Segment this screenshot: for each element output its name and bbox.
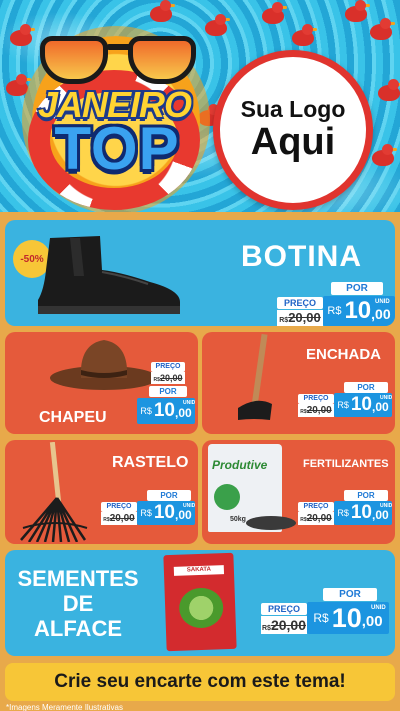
rake-image (20, 442, 88, 542)
old-price: R$20,00 (298, 512, 334, 525)
por-label: POR (344, 490, 388, 501)
new-price-currency: R$ (337, 508, 349, 518)
new-price-currency: R$ (140, 508, 152, 518)
por-label: POR (331, 282, 383, 295)
new-price-currency: R$ (140, 406, 152, 416)
product-name: FERTILIZANTES (303, 458, 389, 470)
preco-label: PREÇO (101, 502, 137, 512)
bag-weight: 50kg (230, 516, 246, 523)
product-card-botina[interactable]: -50% BOTINA POR PREÇO R$20,00 R$ 10,00 UN… (5, 220, 395, 326)
rubber-duck-icon (10, 24, 35, 46)
unit-label: UNID (371, 605, 386, 611)
new-price-cents: ,00 (174, 508, 192, 522)
new-price-integer: 10 (331, 602, 362, 633)
old-price: R$20,00 (298, 404, 334, 417)
preco-label: PREÇO (261, 603, 307, 615)
new-price-integer: 10 (344, 297, 372, 324)
product-card-sementes-alface[interactable]: SEMENTES DE ALFACE SAKATA POR PREÇO R$20… (5, 550, 395, 656)
new-price-currency: R$ (327, 305, 342, 317)
new-price-integer: 10 (350, 394, 372, 415)
old-price-value: 20,00 (109, 513, 135, 524)
product-name-line3: ALFACE (34, 616, 122, 641)
preco-label: PREÇO (277, 297, 323, 309)
rubber-duck-icon (150, 0, 175, 22)
new-price-integer: 10 (350, 502, 372, 523)
old-price: R$20,00 (261, 616, 307, 634)
logo-text-line1: Sua Logo (240, 96, 346, 122)
leaf-icon (214, 484, 240, 510)
new-price-cents: ,00 (361, 612, 383, 630)
new-price-integer: 10 (153, 400, 175, 421)
product-card-rastelo[interactable]: RASTELO POR PREÇO R$20,00 R$ 10,00 UNID (5, 440, 198, 544)
title-top: TOP (54, 115, 180, 182)
unit-label: UNID (183, 400, 196, 406)
bag-brand: Produtive (212, 458, 268, 472)
old-price-value: 20,00 (159, 373, 183, 383)
rubber-duck-icon (378, 79, 400, 101)
preco-label: PREÇO (151, 362, 185, 372)
boot-image (38, 236, 180, 314)
disclaimer-text: *Imagens Meramente Ilustrativas (6, 703, 123, 711)
old-price-value: 20,00 (288, 310, 321, 325)
unit-label: UNID (375, 299, 390, 305)
seed-packet-image: SAKATA (163, 552, 237, 652)
old-price-currency: R$ (279, 317, 289, 324)
fertilizer-pile (246, 516, 296, 530)
rubber-duck-icon (292, 24, 317, 46)
product-name: SEMENTES DE ALFACE (11, 566, 145, 641)
por-label: POR (323, 588, 377, 601)
unit-label: UNID (183, 503, 196, 509)
old-price: R$20,00 (277, 310, 323, 326)
old-price-value: 20,00 (270, 617, 306, 633)
old-price-currency: R$ (262, 625, 271, 632)
product-card-enchada[interactable]: ENCHADA POR PREÇO R$20,00 R$ 10,00 UNID (202, 332, 395, 434)
header: JANEIRO TOP Sua Logo Aqui (0, 0, 400, 212)
unit-label: UNID (380, 503, 393, 509)
new-price-cents: ,00 (371, 306, 391, 322)
product-grid: -50% BOTINA POR PREÇO R$20,00 R$ 10,00 UN… (0, 212, 400, 711)
product-name-line2: DE (62, 591, 94, 616)
new-price-cents: ,00 (371, 508, 389, 522)
product-name: BOTINA (241, 240, 362, 273)
lettuce-icon (178, 587, 224, 629)
new-price-cents: ,00 (371, 400, 389, 414)
por-label: POR (149, 386, 187, 397)
packet-brand: SAKATA (173, 565, 225, 576)
old-price: R$20,00 (151, 372, 185, 384)
product-card-fertilizantes[interactable]: Produtive 50kg FERTILIZANTES POR PREÇO R… (202, 440, 395, 544)
new-price-integer: 10 (153, 502, 175, 523)
rubber-duck-icon (6, 74, 31, 96)
hat-image (50, 340, 158, 390)
product-name-line1: SEMENTES (17, 566, 139, 591)
por-label: POR (344, 382, 388, 393)
preco-label: PREÇO (298, 394, 334, 404)
product-name: ENCHADA (306, 346, 381, 363)
por-label: POR (147, 490, 191, 501)
rubber-duck-icon (205, 14, 230, 36)
new-price-currency: R$ (313, 611, 329, 625)
sunglasses-illustration (40, 30, 200, 88)
product-name: CHAPEU (39, 409, 107, 426)
rubber-duck-icon (345, 0, 370, 22)
cta-banner[interactable]: Crie seu encarte com este tema! (5, 663, 395, 701)
logo-placeholder[interactable]: Sua Logo Aqui (213, 50, 373, 210)
old-price: R$20,00 (101, 512, 137, 525)
rubber-duck-icon (262, 2, 287, 24)
old-price-value: 20,00 (306, 513, 332, 524)
hoe-image (238, 334, 272, 420)
product-card-chapeu[interactable]: CHAPEU PREÇO R$20,00 POR R$ 10,00 UNID (5, 332, 198, 434)
old-price-value: 20,00 (306, 405, 332, 416)
new-price-cents: ,00 (174, 406, 192, 420)
product-name: RASTELO (112, 454, 189, 471)
rubber-duck-icon (372, 144, 397, 166)
new-price-currency: R$ (337, 400, 349, 410)
logo-text-line2: Aqui (250, 121, 336, 163)
unit-label: UNID (380, 395, 393, 401)
preco-label: PREÇO (298, 502, 334, 512)
rubber-duck-icon (370, 18, 395, 40)
